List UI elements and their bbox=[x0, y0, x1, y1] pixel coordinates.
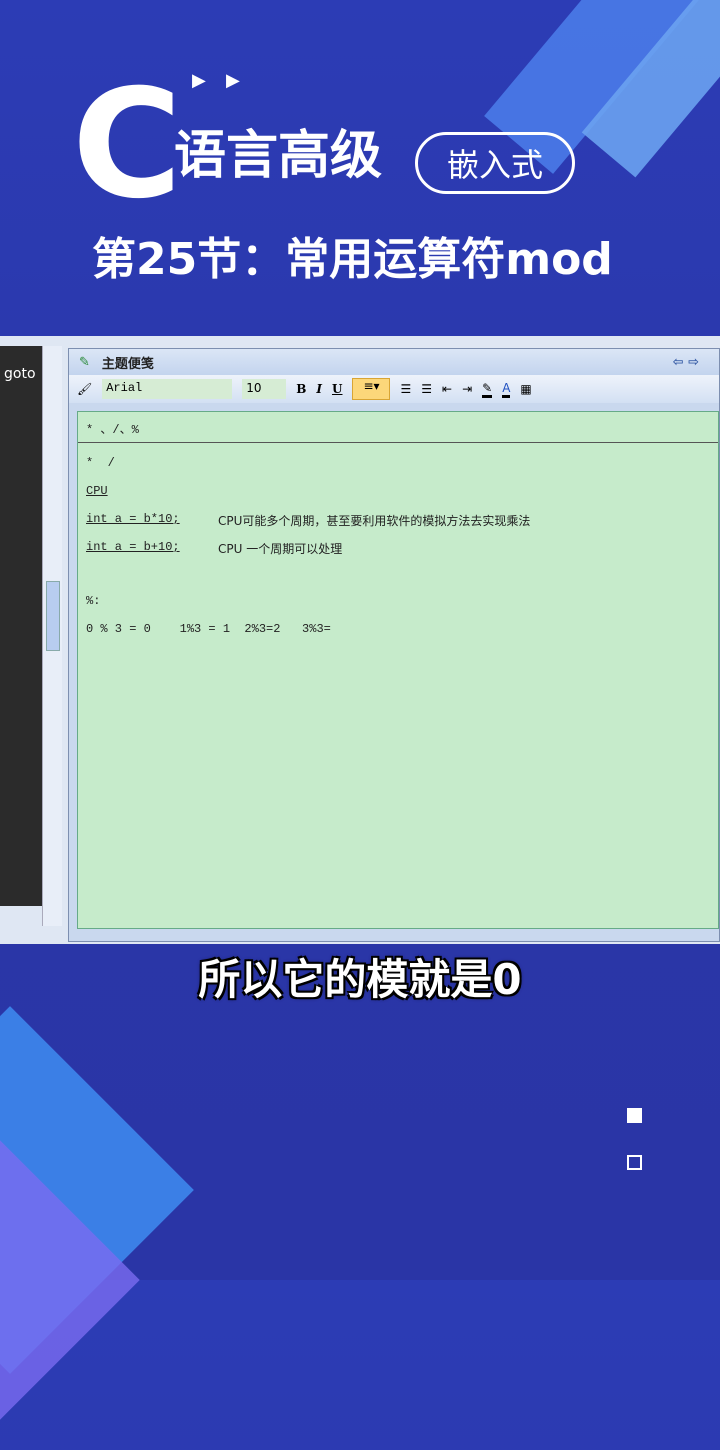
page-nav-icon[interactable]: ⇦ ⇨ bbox=[673, 355, 699, 370]
text-line: 0 % 3 = 0 1%3 = 1 2%3=2 3%3= bbox=[86, 622, 331, 636]
text-line: CPU 一个周期可以处理 bbox=[218, 542, 343, 556]
format-toolbar: 🖌 Arial 10 B I U ≡▾ ☰ ☰ ⇤ ⇥ ✎ A ▦ bbox=[69, 375, 719, 403]
code-text: goto bbox=[4, 366, 36, 382]
text-line: CPU bbox=[86, 484, 108, 498]
lesson-title: 第25节：常用运算符mod bbox=[92, 234, 613, 285]
note-editor[interactable]: * 、/、% * / CPU int a = b*10; CPU可能多个周期，甚… bbox=[77, 411, 719, 929]
play-icon: ▶ bbox=[192, 70, 206, 91]
subtitle: 所以它的模就是0 bbox=[198, 955, 522, 1004]
square-icon bbox=[627, 1108, 642, 1123]
text-line: CPU可能多个周期，甚至要利用软件的模拟方法去实现乘法 bbox=[218, 514, 531, 528]
text-line: int a = b*10; bbox=[86, 512, 180, 526]
align-left-icon[interactable]: ≡▾ bbox=[352, 378, 391, 400]
numbered-list-icon[interactable]: ☰ bbox=[400, 382, 411, 396]
font-select[interactable]: Arial bbox=[102, 379, 233, 399]
text-line: int a = b+10; bbox=[86, 540, 180, 554]
sticky-note-panel: ✎ 主题便笺 ⇦ ⇨ 🖌 Arial 10 B I U ≡▾ ☰ ☰ ⇤ ⇥ ✎ A… bbox=[68, 348, 720, 942]
bold-button[interactable]: B bbox=[296, 382, 306, 396]
badge: 嵌入式 bbox=[415, 132, 575, 194]
underline-button[interactable]: U bbox=[332, 382, 342, 396]
divider bbox=[78, 442, 718, 443]
brush-icon[interactable]: 🖌 bbox=[77, 382, 92, 396]
note-heading: * 、/、% bbox=[86, 423, 139, 437]
scrollbar[interactable] bbox=[42, 346, 62, 926]
italic-button[interactable]: I bbox=[316, 382, 322, 396]
square-outline-icon bbox=[627, 1155, 642, 1170]
bullet-list-icon[interactable]: ☰ bbox=[421, 382, 432, 396]
code-pane: goto bbox=[0, 346, 42, 906]
highlight-icon[interactable]: ✎ bbox=[482, 381, 493, 398]
screenshot-area: goto ✎ 主题便笺 ⇦ ⇨ 🖌 Arial 10 B I U ≡▾ ☰ ☰ ⇤ … bbox=[0, 336, 720, 944]
logo-letter: C bbox=[72, 58, 182, 232]
text-line: * / bbox=[86, 456, 115, 470]
font-color-icon[interactable]: A bbox=[502, 381, 511, 398]
outdent-icon[interactable]: ⇤ bbox=[442, 382, 452, 396]
note-icon: ✎ bbox=[79, 354, 90, 370]
indent-icon[interactable]: ⇥ bbox=[462, 382, 472, 396]
text-line: %: bbox=[86, 594, 101, 608]
table-icon[interactable]: ▦ bbox=[520, 382, 531, 396]
scroll-thumb[interactable] bbox=[46, 581, 60, 651]
course-title: 语言高级 bbox=[174, 126, 383, 186]
panel-title: 主题便笺 bbox=[101, 356, 154, 372]
size-select[interactable]: 10 bbox=[242, 379, 287, 399]
play-icon: ▶ bbox=[226, 70, 240, 91]
